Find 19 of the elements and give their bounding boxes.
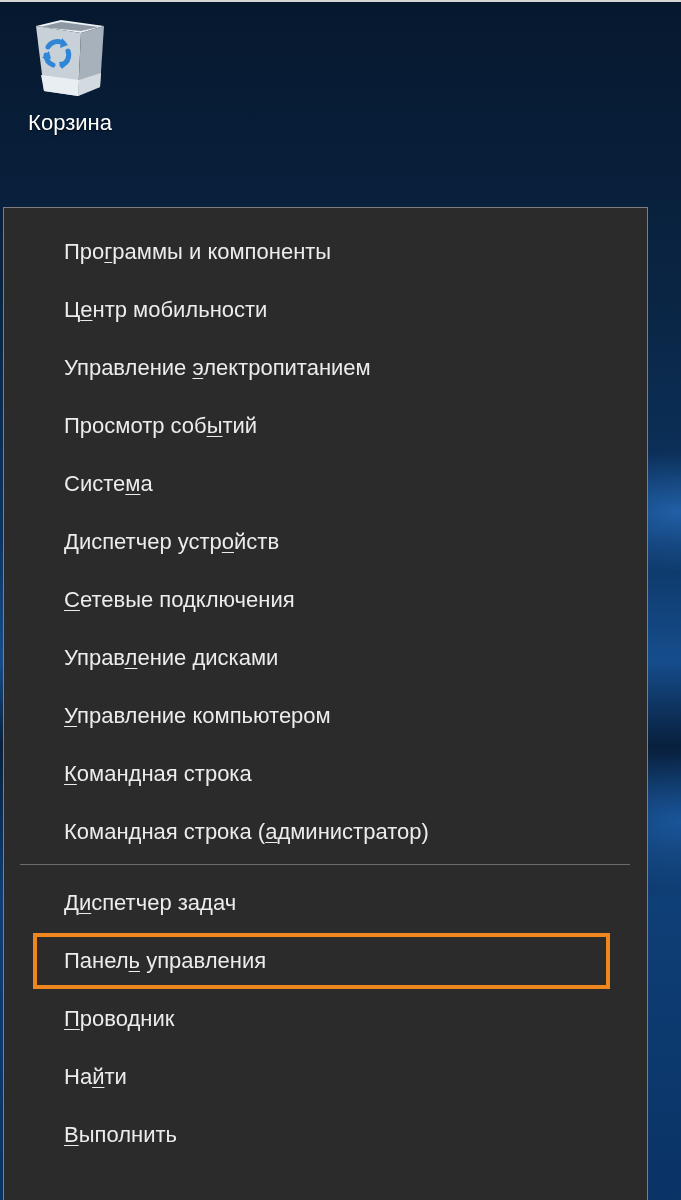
- menu-item[interactable]: Система: [33, 456, 610, 512]
- desktop-shortcut[interactable]: Корзина: [22, 17, 118, 135]
- trash-bin-icon: [35, 17, 105, 97]
- shortcut-label: Корзина: [28, 111, 112, 135]
- menu-item[interactable]: Командная строка: [33, 746, 610, 802]
- menu-item[interactable]: Панель управления: [33, 933, 610, 989]
- menu-item[interactable]: Управление компьютером: [33, 688, 610, 744]
- menu-item[interactable]: Управление дисками: [33, 630, 610, 686]
- menu-item[interactable]: Центр мобильности: [33, 282, 610, 338]
- menu-item[interactable]: Диспетчер устройств: [33, 514, 610, 570]
- menu-item[interactable]: Сетевые подключения: [33, 572, 610, 628]
- menu-item[interactable]: Найти: [33, 1049, 610, 1105]
- menu-item[interactable]: Просмотр событий: [33, 398, 610, 454]
- menu-item[interactable]: Диспетчер задач: [33, 875, 610, 931]
- menu-item[interactable]: Командная строка (администратор): [33, 804, 610, 860]
- menu-item[interactable]: Управление электропитанием: [33, 340, 610, 396]
- menu-item[interactable]: Проводник: [33, 991, 610, 1047]
- menu-item[interactable]: Выполнить: [33, 1107, 610, 1163]
- menu-item[interactable]: Программы и компоненты: [33, 224, 610, 280]
